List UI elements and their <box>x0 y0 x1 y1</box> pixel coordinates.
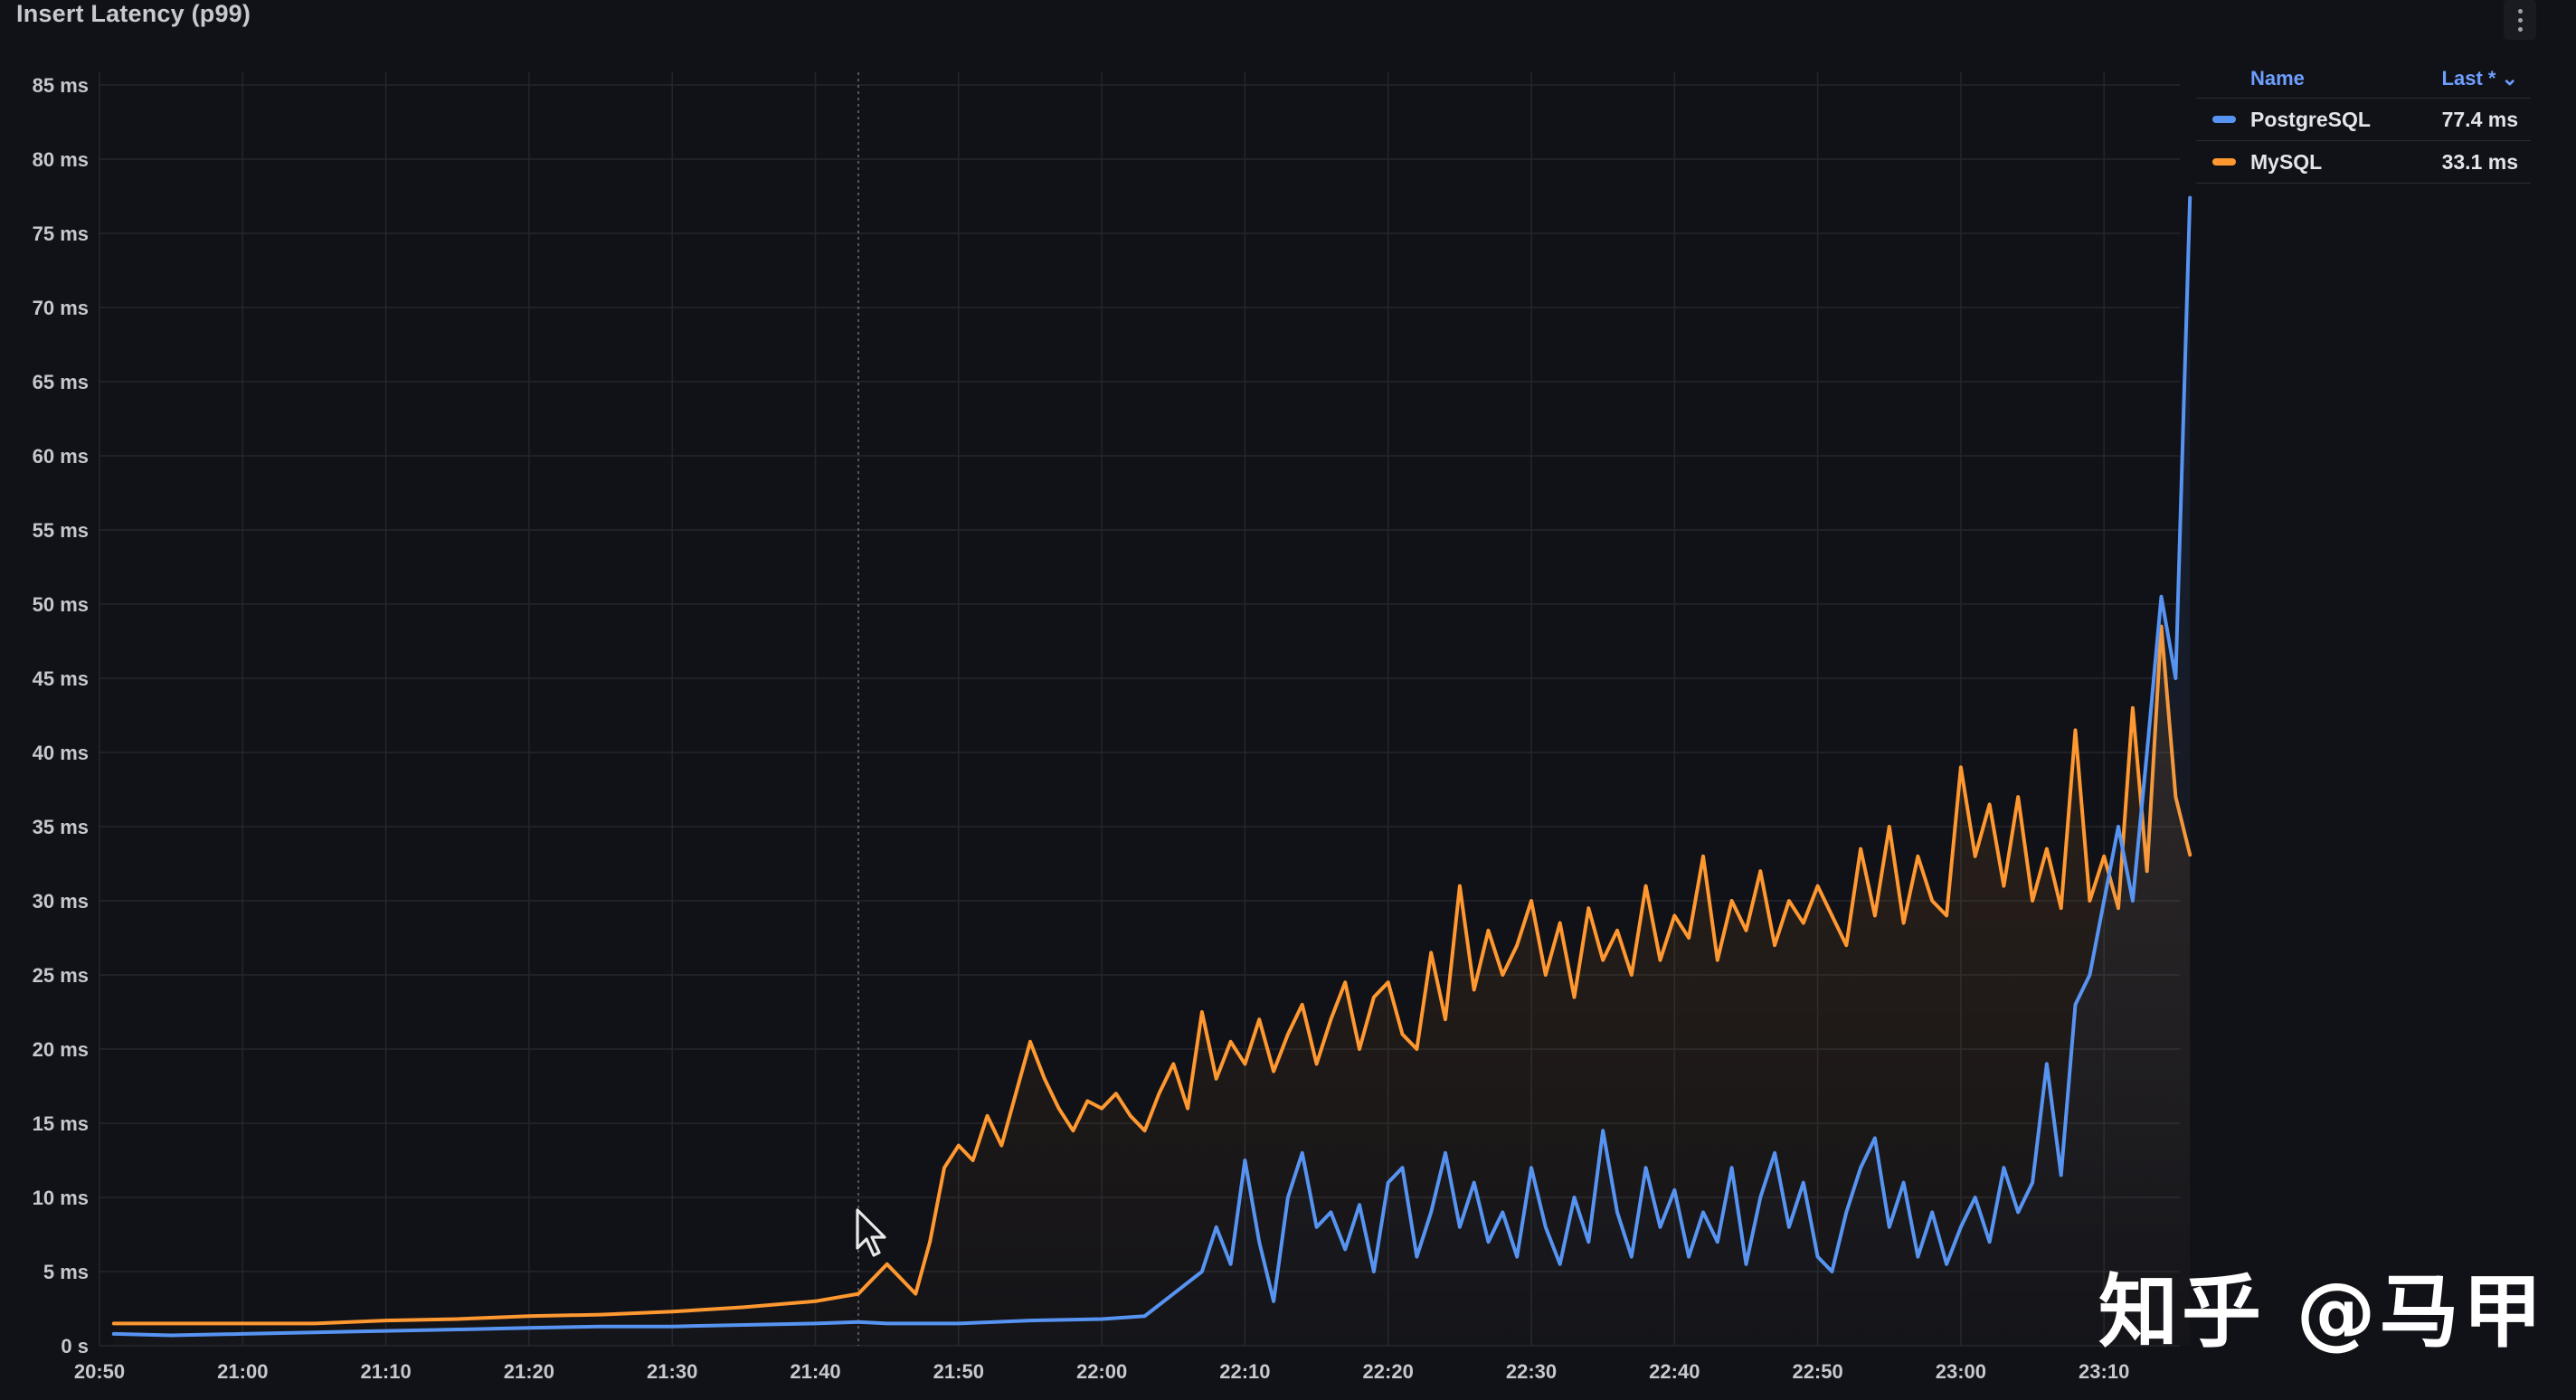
menu-dot <box>2517 26 2523 32</box>
y-tick-label: 70 ms <box>33 297 89 319</box>
y-tick-label: 55 ms <box>33 519 89 542</box>
x-tick-label: 22:20 <box>1363 1360 1414 1383</box>
y-tick-label: 20 ms <box>33 1038 89 1061</box>
legend-swatch <box>2212 116 2236 123</box>
y-tick-label: 0 s <box>61 1335 89 1357</box>
y-tick-label: 30 ms <box>33 890 89 913</box>
latency-line-chart: 0 s 5 ms 10 ms 15 ms 20 ms 25 ms 30 ms 35 ms 40 … <box>33 72 2192 1383</box>
y-tick-label: 60 ms <box>33 445 89 468</box>
y-tick-label: 35 ms <box>33 816 89 838</box>
x-tick-label: 21:10 <box>360 1360 411 1383</box>
x-tick-label: 21:00 <box>217 1360 268 1383</box>
y-tick-label: 40 ms <box>33 742 89 764</box>
y-tick-label: 15 ms <box>33 1112 89 1135</box>
watermark: 知乎 @马甲 <box>2098 1265 2546 1358</box>
menu-dot <box>2517 17 2523 23</box>
x-tick-label: 22:10 <box>1219 1360 1270 1383</box>
legend-row-mysql[interactable]: MySQL 33.1 ms <box>2196 140 2531 184</box>
x-tick-label: 22:40 <box>1649 1360 1700 1383</box>
y-tick-label: 10 ms <box>33 1187 89 1209</box>
x-tick-label: 21:20 <box>504 1360 554 1383</box>
y-tick-label: 50 ms <box>33 593 89 616</box>
legend-name-header[interactable]: Name <box>2250 67 2305 90</box>
legend-header: Name Last * ⌄ <box>2196 60 2531 98</box>
y-tick-label: 75 ms <box>33 222 89 245</box>
y-tick-label: 80 ms <box>33 148 89 171</box>
x-tick-label: 22:50 <box>1792 1360 1842 1383</box>
chart-panel: Insert Latency (p99) 0 s5 ms 10 ms 15 ms 20… <box>0 0 2576 1400</box>
y-tick-label: 45 ms <box>33 667 89 690</box>
legend-series-value: 33.1 ms <box>2441 149 2518 174</box>
y-tick-label: 5 ms <box>43 1261 89 1283</box>
x-tick-label: 23:10 <box>2079 1360 2129 1383</box>
menu-dot <box>2517 8 2523 14</box>
mouse-pointer-icon <box>856 1208 886 1257</box>
legend-last-header[interactable]: Last * ⌄ <box>2442 67 2518 90</box>
x-tick-label: 20:50 <box>74 1360 125 1383</box>
x-tick-label: 22:00 <box>1076 1360 1127 1383</box>
x-tick-label: 23:00 <box>1936 1360 1986 1383</box>
legend-swatch <box>2212 158 2236 166</box>
legend-series-name: PostgreSQL <box>2250 107 2371 131</box>
x-tick-label: 21:40 <box>790 1360 840 1383</box>
x-tick-label: 22:30 <box>1506 1360 1557 1383</box>
legend-row-postgresql[interactable]: PostgreSQL 77.4 ms <box>2196 98 2531 140</box>
legend-series-name: MySQL <box>2250 149 2323 174</box>
legend-table: Name Last * ⌄ PostgreSQL 77.4 ms MySQL 3… <box>2196 60 2531 184</box>
y-tick-label: 25 ms <box>33 964 89 987</box>
x-tick-label: 21:50 <box>933 1360 984 1383</box>
y-tick-label: 85 ms <box>33 74 89 97</box>
legend-series-value: 77.4 ms <box>2441 107 2518 131</box>
kebab-menu-icon[interactable] <box>2504 0 2536 40</box>
y-tick-label: 65 ms <box>33 371 89 393</box>
x-tick-label: 21:30 <box>647 1360 697 1383</box>
